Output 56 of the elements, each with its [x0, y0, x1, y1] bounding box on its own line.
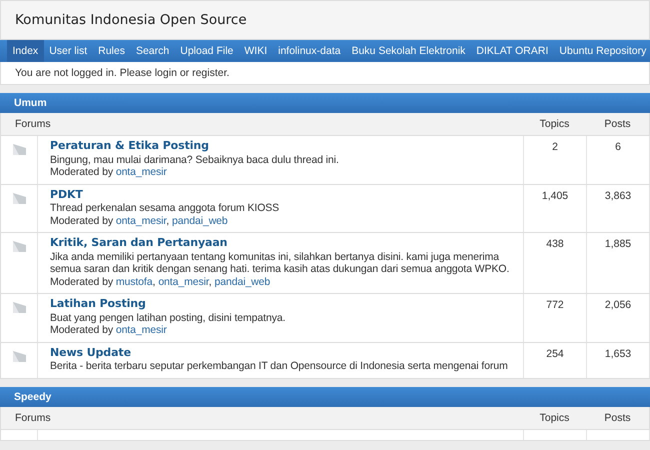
forum-icon [12, 350, 26, 362]
posts-count: 2,056 [604, 299, 632, 311]
nav-link[interactable]: User list [44, 40, 93, 62]
forum-description: Thread perkenalan sesama anggota forum KIOSS [50, 202, 280, 214]
forum-icon [12, 144, 26, 155]
forum-title-link[interactable]: Latihan Posting [50, 298, 146, 310]
nav-link[interactable]: Rules [92, 40, 130, 62]
forum-title-link[interactable]: Peraturan & Etika Posting [50, 140, 209, 152]
moderator-link[interactable]: onta_mesir [116, 166, 167, 178]
posts-count: 1,885 [604, 238, 632, 250]
moderators-line: Moderated by onta_mesir [50, 324, 168, 336]
topics-count: 438 [546, 238, 564, 250]
topics-count: 254 [546, 348, 564, 360]
moderator-link[interactable]: mustofa [116, 276, 152, 288]
column-heading: Forums [14, 118, 52, 130]
moderator-link[interactable]: pandai_web [214, 276, 270, 288]
nav-link[interactable]: Index [7, 40, 44, 62]
forum-description: Bingung, mau mulai darimana? Sebaiknya baca dulu thread ini. [50, 154, 340, 166]
nav-link[interactable]: Buku Sekolah Elektronik [346, 40, 471, 62]
topics-count: 1,405 [542, 190, 568, 202]
forum-icon [12, 192, 26, 204]
category-header: Speedy [0, 386, 650, 406]
topics-count: 772 [546, 299, 564, 311]
nav-link[interactable]: Search [130, 40, 175, 62]
forum-title-link[interactable]: PDKT [50, 188, 83, 201]
nav-link[interactable]: Ubuntu Repository [554, 40, 650, 62]
forum-icon [12, 302, 26, 313]
posts-count: 1,653 [604, 348, 632, 360]
column-heading: Forums [14, 412, 52, 424]
topics-count: 2 [552, 141, 558, 153]
forum-title-link[interactable]: News Update [50, 346, 131, 359]
nav-link[interactable]: infolinux-data [272, 40, 346, 62]
moderator-link[interactable]: onta_mesir [116, 214, 166, 226]
moderators-line: Moderated by mustofa, onta_mesir, pandai_web [50, 276, 272, 288]
nav-link[interactable]: DIKLAT ORARI [470, 40, 554, 62]
moderator-link[interactable]: pandai_web [172, 214, 228, 226]
posts-count: 3,863 [604, 190, 632, 202]
forum-description: Buat yang pengen latihan posting, disini tempatnya. [50, 312, 286, 324]
forum-title-link[interactable]: Kritik, Saran dan Pertanyaan [50, 237, 228, 250]
column-heading: Posts [603, 118, 632, 130]
moderator-link[interactable]: onta_mesir [116, 324, 167, 336]
column-heading: Topics [538, 412, 570, 424]
site-title: Komunitas Indonesia Open Source [15, 12, 247, 28]
nav-link[interactable]: Upload File [174, 40, 239, 62]
column-heading: Topics [538, 118, 570, 130]
moderators-line: Moderated by onta_mesir, pandai_web [50, 214, 229, 227]
category-header: Umum [0, 93, 650, 113]
login-notice: You are not logged in. Please login or register. [0, 62, 650, 85]
nav-link[interactable]: WIKI [238, 40, 273, 62]
forum-description: Jika anda memiliki pertanyaan tentang komunitas ini, silahkan bertanya disini. kami juga menerima semua saran dan kritik dengan senang hati. terima kasih atas dukungan dari semua anggota WPKO. [50, 250, 510, 276]
forum-description: Berita - berita terbaru seputar perkembangan IT dan Opensource di Indonesia serta mengenai forum [50, 360, 509, 372]
moderator-link[interactable]: onta_mesir [158, 276, 209, 288]
column-heading: Posts [603, 412, 632, 424]
moderators-line: Moderated by onta_mesir [50, 166, 168, 178]
posts-count: 6 [615, 141, 621, 153]
forum-icon [12, 241, 26, 252]
